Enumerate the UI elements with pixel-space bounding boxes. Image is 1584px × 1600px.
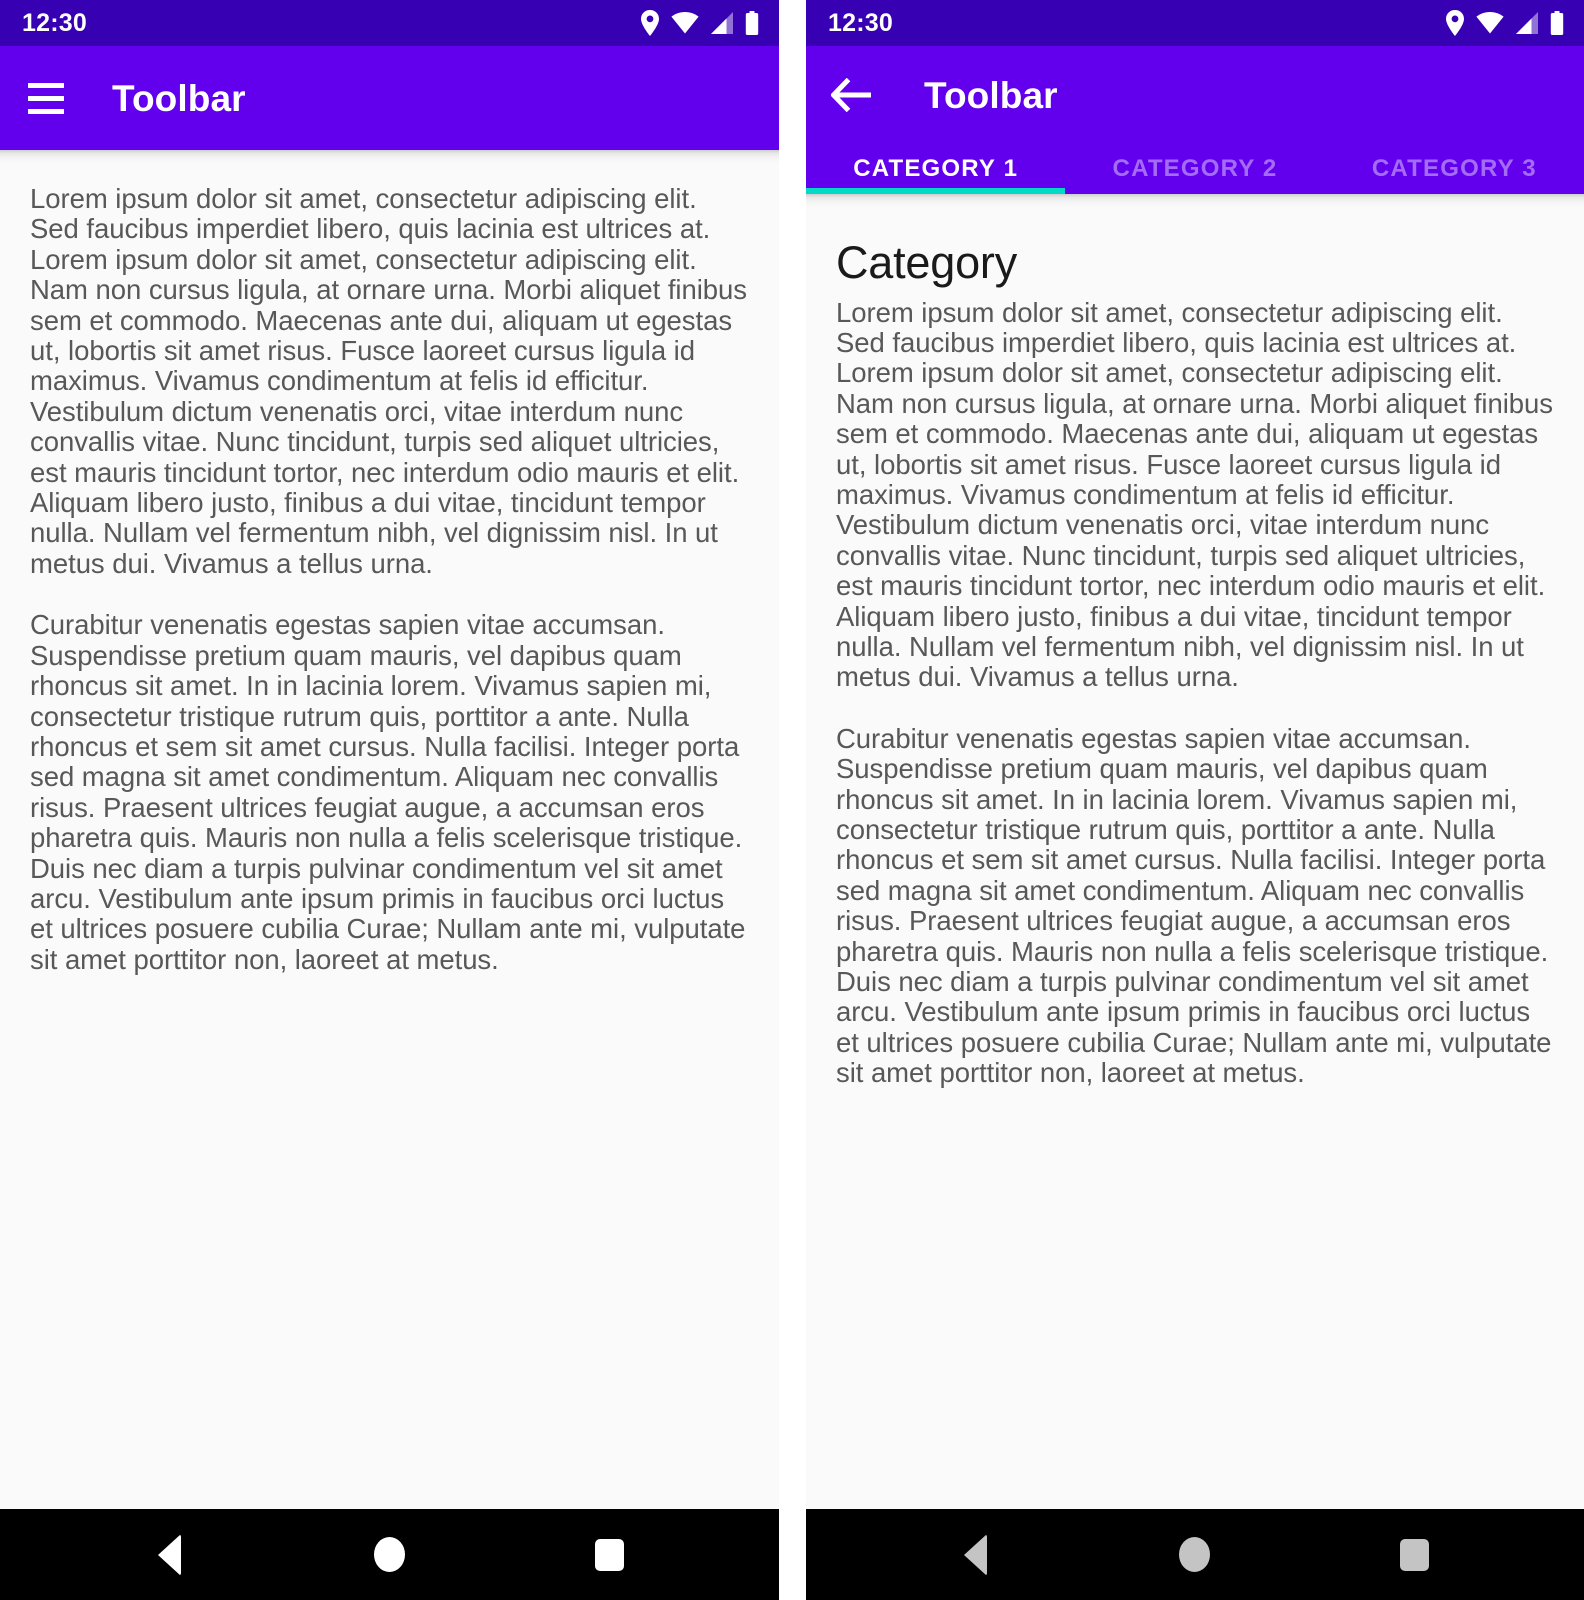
body-paragraph: Lorem ipsum dolor sit amet, consectetur … (836, 296, 1553, 693)
category-tab-strip: CATEGORY 1 CATEGORY 2 CATEGORY 3 (806, 144, 1584, 194)
status-bar-right: 12:30 (806, 0, 1584, 46)
home-circle-icon[interactable] (1145, 1520, 1245, 1590)
body-paragraph: Curabitur venenatis egestas sapien vitae… (836, 722, 1552, 1089)
cellular-signal-icon (710, 12, 734, 34)
page-title: Category (836, 237, 1017, 288)
body-paragraph: Curabitur venenatis egestas sapien vitae… (30, 609, 746, 975)
app-toolbar-right: Toolbar (806, 46, 1584, 144)
recents-square-icon[interactable] (559, 1520, 659, 1590)
toolbar-title-left: Toolbar (112, 77, 246, 119)
screen-separator-gap (779, 0, 806, 1600)
body-paragraph: Lorem ipsum dolor sit amet, consectetur … (30, 183, 747, 579)
location-pin-icon (640, 10, 660, 36)
tab-category-3[interactable]: CATEGORY 3 (1325, 144, 1584, 194)
hamburger-menu-icon-glyph (28, 82, 64, 114)
system-navigation-bar-right (806, 1509, 1584, 1600)
status-bar-left: 12:30 (0, 0, 779, 46)
arrow-back-icon[interactable] (824, 67, 880, 123)
appbar-elevation-shadow-right (806, 194, 1584, 208)
tab-selection-indicator (806, 188, 1066, 194)
tab-category-1[interactable]: CATEGORY 1 (806, 144, 1065, 194)
phone-screen-left: 12:30 Toolbar Lorem ipsum dolor sit amet… (0, 0, 779, 1600)
tab-category-2[interactable]: CATEGORY 2 (1065, 144, 1324, 194)
app-toolbar-left: Toolbar (0, 46, 779, 150)
toolbar-title-right: Toolbar (924, 74, 1058, 116)
recents-square-icon[interactable] (1364, 1520, 1464, 1590)
content-area-right: Category Lorem ipsum dolor sit amet, con… (806, 194, 1584, 1509)
status-bar-icons (1445, 10, 1564, 36)
system-navigation-bar-left (0, 1509, 779, 1600)
hamburger-menu-icon[interactable] (18, 70, 74, 126)
status-bar-icons (640, 10, 759, 36)
content-area-left: Lorem ipsum dolor sit amet, consectetur … (0, 150, 779, 1509)
back-triangle-icon[interactable] (926, 1520, 1026, 1590)
battery-icon (745, 11, 759, 35)
location-pin-icon (1445, 10, 1465, 36)
appbar-elevation-shadow-left (0, 150, 779, 164)
home-circle-icon[interactable] (339, 1520, 439, 1590)
status-bar-clock: 12:30 (22, 8, 87, 37)
screenshot-root: 12:30 Toolbar Lorem ipsum dolor sit amet… (0, 0, 1584, 1600)
status-bar-clock: 12:30 (828, 8, 893, 37)
back-triangle-icon[interactable] (120, 1520, 220, 1590)
cellular-signal-icon (1515, 12, 1539, 34)
wifi-icon (671, 12, 699, 34)
wifi-icon (1476, 12, 1504, 34)
arrow-back-icon-glyph (831, 78, 871, 112)
phone-screen-right: 12:30 Toolbar CATEGORY 1 CATEGORY 2 CATE… (806, 0, 1584, 1600)
battery-icon (1550, 11, 1564, 35)
